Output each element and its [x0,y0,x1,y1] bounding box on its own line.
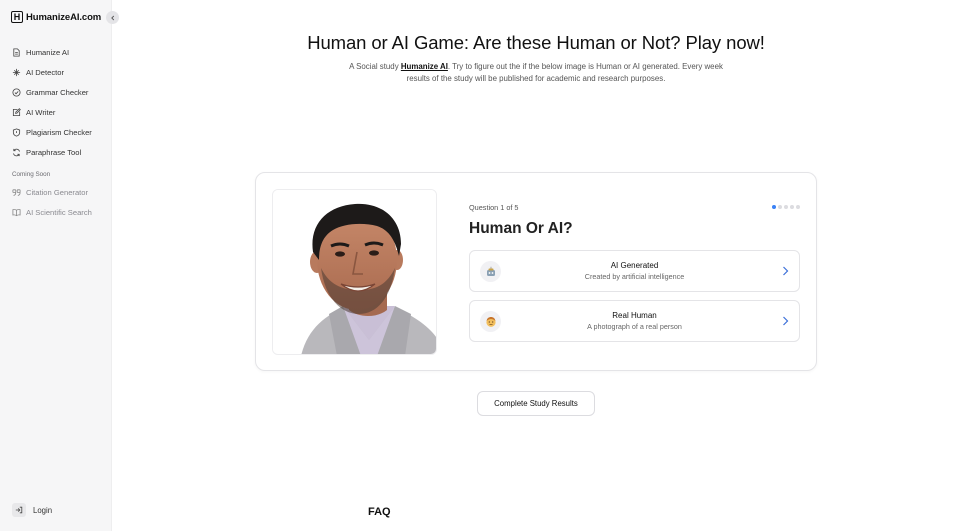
collapse-sidebar-button[interactable] [106,11,119,24]
sidebar-item-ai-detector[interactable]: AI Detector [12,62,92,82]
sidebar-item-ai-writer[interactable]: AI Writer [12,102,92,122]
complete-study-results-button[interactable]: Complete Study Results [477,391,595,416]
coming-soon-label: Coming Soon [12,171,51,178]
progress-dots [772,205,800,209]
sidebar-item-grammar-checker[interactable]: Grammar Checker [12,82,92,102]
progress-dot [784,205,788,209]
sidebar-item-label: Citation Generator [26,187,89,197]
option-ai-generated[interactable]: AI Generated Created by artificial intel… [469,250,800,292]
sidebar-item-label: AI Scientific Search [26,207,92,217]
sidebar-item-label: Plagiarism Checker [26,127,92,137]
option-description: Created by artificial intelligence [584,272,685,281]
sidebar-item-label: AI Writer [26,107,56,117]
sidebar-item-label: AI Detector [26,67,64,77]
chevron-left-icon [110,15,114,20]
book-icon [12,208,21,216]
quote-icon [12,188,21,196]
progress-dot [772,205,776,209]
progress-dot [796,205,800,209]
brand-name: HumanizeAI.com [26,11,102,23]
progress-dot [790,205,794,209]
progress-dot [778,205,782,209]
sidebar-item-humanize-ai[interactable]: Humanize AI [12,42,92,62]
chevron-right-icon [783,316,789,326]
page-subtitle: A Social study Humanize AI. Try to figur… [339,61,733,85]
question-counter: Question 1 of 5 [469,203,519,212]
refresh-icon [13,148,20,156]
quiz-card: Question 1 of 5 Human Or AI? AI Generate… [255,172,817,371]
quiz-image [272,189,437,355]
subtitle-suffix: . Try to figure out the if the below ima… [406,62,723,83]
person-photo [273,190,436,354]
sidebar-item-paraphrase-tool[interactable]: Paraphrase Tool [12,142,92,162]
page-title: Human or AI Game: Are these Human or Not… [307,32,765,53]
faq-heading: FAQ [368,506,391,518]
option-title: AI Generated [610,261,659,270]
login-button[interactable]: Login [12,503,52,517]
logo-icon: H [11,11,23,23]
sparkle-icon [12,68,21,76]
chevron-right-icon [783,266,789,276]
document-icon [13,47,20,57]
humanize-ai-link[interactable]: Humanize AI [401,62,448,71]
sidebar: H HumanizeAI.com Humanize AI AI Detector… [0,0,112,531]
option-real-human[interactable]: Real Human A photograph of a real person [469,300,800,342]
sidebar-item-ai-scientific-search[interactable]: AI Scientific Search [12,202,92,222]
login-icon [12,503,26,517]
sidebar-item-citation-generator[interactable]: Citation Generator [12,182,92,202]
sidebar-nav: Humanize AI AI Detector Grammar Checker … [12,42,92,222]
shield-icon [12,127,21,137]
sidebar-item-label: Humanize AI [26,47,70,57]
brand-logo[interactable]: H HumanizeAI.com [11,11,101,23]
sidebar-item-label: Grammar Checker [26,87,89,97]
option-description: A photograph of a real person [587,322,682,331]
subtitle-prefix: A Social study [349,62,401,71]
sidebar-item-plagiarism-checker[interactable]: Plagiarism Checker [12,122,92,142]
check-circle-icon [12,87,21,97]
option-title: Real Human [612,311,657,320]
question-title: Human Or AI? [469,220,573,237]
login-label: Login [33,505,53,515]
edit-icon [12,107,21,116]
sidebar-item-label: Paraphrase Tool [26,147,82,157]
